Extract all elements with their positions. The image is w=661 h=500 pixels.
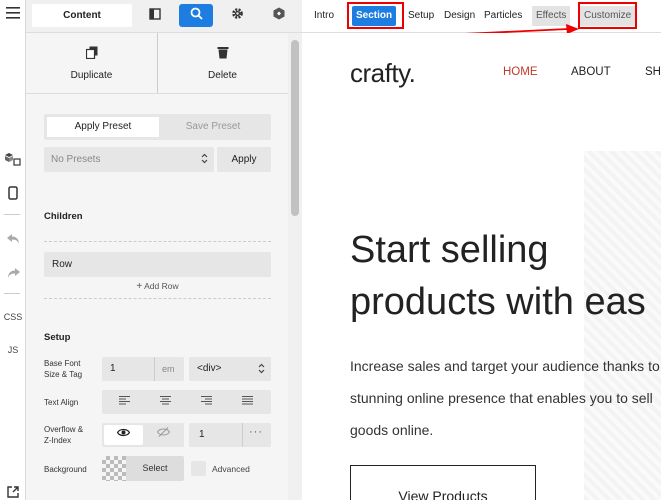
plus-icon: + <box>136 281 143 292</box>
search-icon[interactable] <box>179 4 213 27</box>
redo-icon[interactable] <box>0 266 26 281</box>
website-preview: crafty. HOME ABOUT SH Start selling prod… <box>302 33 661 500</box>
tab-save-preset[interactable]: Save Preset <box>157 117 269 137</box>
nav-setup[interactable]: Setup <box>404 6 438 26</box>
delete-label: Delete <box>208 70 237 81</box>
rail-divider <box>4 293 20 294</box>
label-line: Size & Tag <box>44 370 83 379</box>
hexagon-icon[interactable] <box>262 4 296 27</box>
text-align-label: Text Align <box>44 398 79 407</box>
rail-divider <box>4 214 20 215</box>
align-justify-icon[interactable] <box>227 391 268 413</box>
background-select-button[interactable]: Select <box>126 456 184 481</box>
css-button[interactable]: CSS <box>0 312 26 322</box>
preset-select-value: No Presets <box>51 154 101 165</box>
headline-line: products with eas <box>350 281 646 323</box>
undo-icon[interactable] <box>0 232 26 247</box>
body-line: goods online. <box>350 422 434 438</box>
divider <box>44 298 271 299</box>
add-row-label: Add Row <box>144 281 179 291</box>
font-size-value: 1 <box>110 363 116 374</box>
hero-image-placeholder <box>584 151 661 500</box>
align-left-icon[interactable] <box>104 391 145 413</box>
chevron-up-down-icon <box>258 363 265 377</box>
child-row-item[interactable]: Row <box>44 252 271 277</box>
site-menu-about[interactable]: ABOUT <box>571 66 611 78</box>
divider <box>154 357 155 381</box>
tab-apply-preset[interactable]: Apply Preset <box>47 117 159 137</box>
hero-headline: Start selling products with eas <box>350 228 646 324</box>
js-button[interactable]: JS <box>0 345 26 355</box>
left-rail: CSS JS <box>0 0 26 500</box>
apply-preset-button[interactable]: Apply <box>217 147 271 172</box>
exit-icon[interactable] <box>0 486 26 500</box>
children-heading: Children <box>44 211 83 222</box>
background-picker[interactable]: Select <box>102 456 184 481</box>
background-label: Background <box>44 465 87 474</box>
delete-button[interactable]: Delete <box>157 33 288 93</box>
view-products-button[interactable]: View Products <box>350 465 536 500</box>
font-size-input[interactable]: 1 em <box>102 357 184 381</box>
font-size-tag-label: Base Font Size & Tag <box>44 358 82 380</box>
font-unit-label[interactable]: em <box>162 364 175 374</box>
site-menu-shop[interactable]: SH <box>645 66 661 78</box>
content-tab-button[interactable]: Content <box>32 4 132 27</box>
nav-design[interactable]: Design <box>440 6 479 26</box>
preset-select[interactable]: No Presets <box>44 147 214 172</box>
nav-particles[interactable]: Particles <box>480 6 526 26</box>
body-line: stunning online presence that enables yo… <box>350 390 653 406</box>
duplicate-button[interactable]: Duplicate <box>26 33 157 93</box>
tag-value: <div> <box>197 363 222 374</box>
add-row-button[interactable]: + Add Row <box>44 281 271 292</box>
duplicate-icon <box>26 46 157 62</box>
zindex-input[interactable]: 1 ··· <box>189 423 271 447</box>
zindex-value: 1 <box>199 429 205 440</box>
headline-line: Start selling <box>350 229 549 271</box>
element-actions: Duplicate Delete <box>26 33 288 94</box>
mobile-device-icon[interactable] <box>0 186 26 203</box>
advanced-checkbox[interactable] <box>191 461 206 476</box>
annotation-box-section <box>347 2 404 29</box>
nav-intro[interactable]: Intro <box>310 6 338 26</box>
nav-effects[interactable]: Effects <box>532 6 571 26</box>
label-line: Overflow & <box>44 425 84 434</box>
eye-icon[interactable] <box>104 425 143 445</box>
layout-panel-icon[interactable] <box>138 4 172 27</box>
align-center-icon[interactable] <box>145 391 186 413</box>
blocks-icon[interactable] <box>0 152 26 169</box>
tag-select[interactable]: <div> <box>189 357 271 381</box>
duplicate-label: Duplicate <box>70 70 113 81</box>
label-line: Z-Index <box>44 436 72 445</box>
more-options-icon[interactable]: ··· <box>249 426 263 438</box>
body-line: Increase sales and target your audience … <box>350 358 660 374</box>
divider <box>44 241 271 242</box>
setup-heading: Setup <box>44 332 71 343</box>
site-logo[interactable]: crafty. <box>350 58 416 89</box>
chevron-up-down-icon <box>201 153 208 167</box>
eye-off-icon[interactable] <box>145 425 182 445</box>
annotation-box-customize <box>578 2 637 29</box>
preset-tabs: Apply Preset Save Preset <box>44 114 271 140</box>
hamburger-menu-icon[interactable] <box>0 7 26 22</box>
align-right-icon[interactable] <box>186 391 227 413</box>
trash-icon <box>157 46 288 62</box>
hero-body-text: Increase sales and target your audience … <box>350 350 660 446</box>
gear-icon[interactable] <box>220 4 254 27</box>
label-line: Base Font <box>44 359 81 368</box>
overflow-toggle <box>102 423 184 447</box>
site-menu-home[interactable]: HOME <box>503 66 538 78</box>
editor-toolbar: Content <box>26 0 302 33</box>
overflow-zindex-label: Overflow & Z-Index <box>44 424 83 446</box>
advanced-label: Advanced <box>212 464 250 474</box>
scrollbar-thumb[interactable] <box>291 40 299 216</box>
transparent-swatch-icon <box>102 456 126 481</box>
divider <box>242 423 243 447</box>
